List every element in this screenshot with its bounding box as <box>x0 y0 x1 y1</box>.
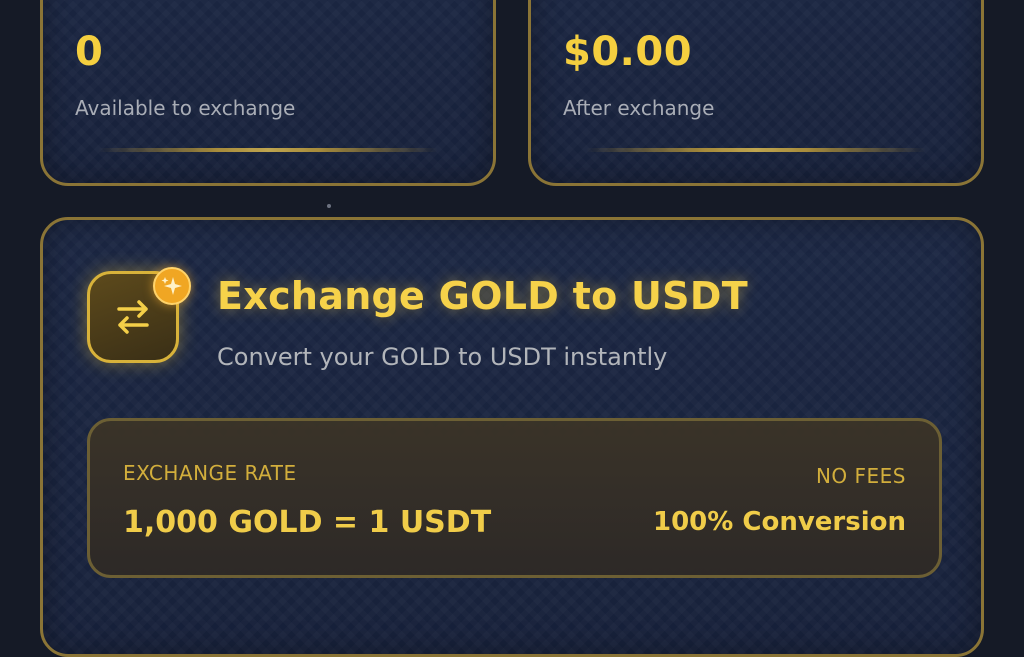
card-divider <box>586 148 926 152</box>
no-fees-label: NO FEES <box>815 464 906 488</box>
exchange-rate-label: EXCHANGE RATE <box>123 461 297 485</box>
usdt-value-card: $0.00 After exchange <box>528 0 984 186</box>
conversion-value: 100% Conversion <box>653 507 906 537</box>
sparkle-icon <box>153 267 191 305</box>
usdt-value-subtitle: After exchange <box>563 96 715 120</box>
exchange-title: Exchange GOLD to USDT <box>217 274 748 318</box>
gold-balance-value: 0 <box>75 29 104 75</box>
gold-balance-card: 0 Available to exchange <box>40 0 496 186</box>
page-indicator-dot <box>327 204 331 208</box>
exchange-rate-panel: EXCHANGE RATE 1,000 GOLD = 1 USDT NO FEE… <box>87 418 942 578</box>
gold-balance-subtitle: Available to exchange <box>75 96 296 120</box>
usdt-value: $0.00 <box>563 29 693 75</box>
card-divider <box>98 148 438 152</box>
exchange-rate-value: 1,000 GOLD = 1 USDT <box>123 505 492 540</box>
exchange-subtitle: Convert your GOLD to USDT instantly <box>217 343 668 371</box>
exchange-card: Exchange GOLD to USDT Convert your GOLD … <box>40 217 984 657</box>
